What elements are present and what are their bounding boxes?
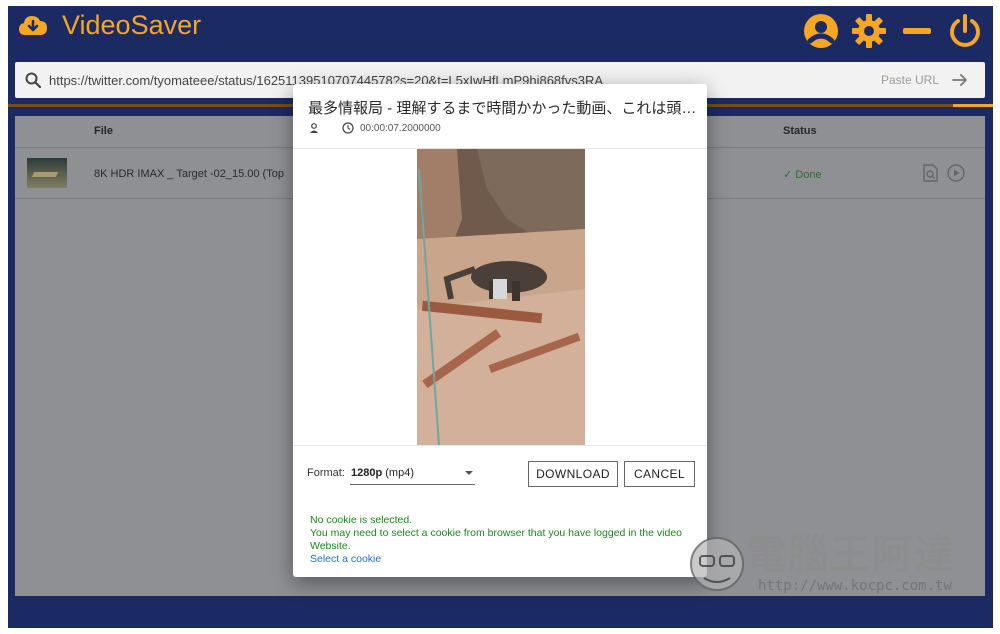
format-select[interactable]: 1280p (mp4) <box>350 463 475 485</box>
column-header-file: File <box>94 125 113 137</box>
download-dialog: 最多情報局 - 理解するまで時間かかった動画、これは頭がパ... 00:00:0… <box>293 84 707 577</box>
download-button[interactable]: DOWNLOAD <box>528 461 618 487</box>
caret-down-icon <box>465 471 473 475</box>
cookie-warning-line: No cookie is selected. <box>310 514 413 526</box>
minimize-button[interactable] <box>897 11 937 51</box>
user-icon <box>310 123 318 133</box>
format-label: Format: <box>307 467 345 479</box>
bottom-bar <box>8 602 993 628</box>
watermark-text: 電腦王阿達 <box>746 532 956 578</box>
arrow-right-icon[interactable] <box>951 71 969 89</box>
power-button[interactable] <box>945 11 985 51</box>
video-thumbnail <box>27 158 67 188</box>
search-icon <box>25 72 41 88</box>
minimize-icon <box>903 28 931 34</box>
video-preview[interactable] <box>417 149 585 445</box>
video-title: 最多情報局 - 理解するまで時間かかった動画、これは頭がパ... <box>308 100 698 117</box>
cookie-warning: No cookie is selected. You may need to s… <box>310 514 700 553</box>
title-bar: VideoSaver <box>8 6 993 58</box>
cancel-button[interactable]: CANCEL <box>624 461 695 487</box>
play-icon[interactable] <box>947 164 965 182</box>
video-meta: 00:00:07.2000000 <box>308 122 441 134</box>
open-file-icon[interactable] <box>921 164 939 182</box>
account-icon <box>804 14 838 48</box>
title-actions <box>801 11 985 51</box>
clock-icon <box>342 122 354 134</box>
watermark: 電腦王阿達 http://www.kocpc.com.tw <box>680 520 970 602</box>
status-badge: ✓ Done <box>783 169 822 181</box>
divider <box>293 445 707 446</box>
account-button[interactable] <box>801 11 841 51</box>
cloud-download-icon <box>19 16 47 35</box>
format-selected-value: 1280p (mp4) <box>351 467 414 479</box>
file-name: 8K HDR IMAX _ Target -02_15.00 (Top <box>94 168 284 180</box>
cookie-warning-line: You may need to select a cookie from bro… <box>310 527 683 539</box>
cookie-warning-line: Website. <box>310 540 351 552</box>
watermark-url: http://www.kocpc.com.tw <box>758 578 952 594</box>
settings-button[interactable] <box>849 11 889 51</box>
paste-url-button[interactable]: Paste URL <box>881 73 939 87</box>
power-icon <box>950 14 980 47</box>
select-cookie-link[interactable]: Select a cookie <box>310 553 381 565</box>
mascot-face-icon <box>690 537 744 591</box>
video-duration: 00:00:07.2000000 <box>360 122 441 134</box>
column-header-status: Status <box>783 125 817 137</box>
video-frame-image <box>417 149 585 445</box>
gear-icon <box>852 14 886 48</box>
app-title: VideoSaver <box>62 10 202 40</box>
